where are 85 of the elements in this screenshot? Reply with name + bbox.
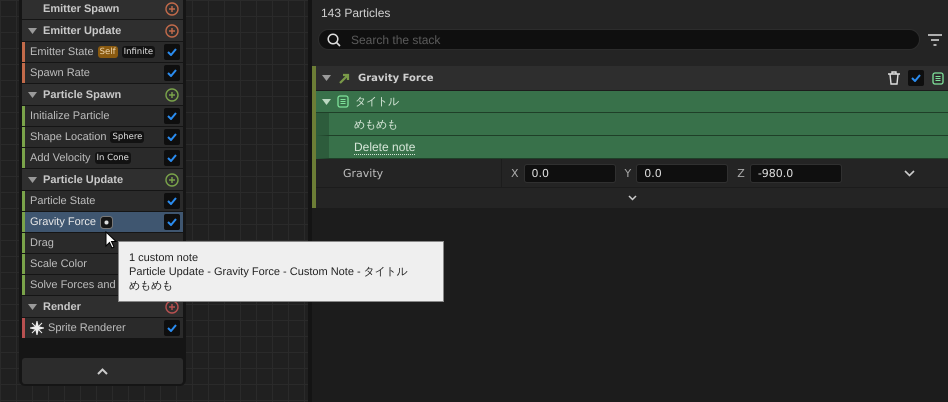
section-title: Particle Spawn bbox=[43, 88, 122, 100]
module-row[interactable]: Gravity Force bbox=[22, 212, 183, 232]
module-label: Drag bbox=[30, 237, 54, 249]
module-label: Add Velocity bbox=[30, 152, 91, 164]
module-label: Sprite Renderer bbox=[48, 322, 126, 334]
collapse-arrow-icon[interactable] bbox=[28, 92, 37, 98]
number-field[interactable]: 0.0 bbox=[524, 164, 616, 182]
axis-label: X bbox=[511, 166, 519, 180]
enable-checkbox[interactable] bbox=[164, 320, 180, 336]
module-label: Initialize Particle bbox=[30, 110, 110, 122]
checkmark-icon bbox=[167, 69, 177, 77]
module-label: Gravity Force bbox=[30, 216, 96, 228]
parameter-label: Gravity bbox=[316, 159, 502, 187]
section-header[interactable]: Particle Update bbox=[22, 169, 183, 190]
section-title: Emitter Update bbox=[43, 24, 122, 36]
module-row[interactable]: Sprite Renderer bbox=[22, 318, 183, 338]
enable-checkbox[interactable] bbox=[164, 44, 180, 60]
module-label: Emitter State bbox=[30, 46, 94, 58]
chevron-up-icon bbox=[97, 368, 108, 374]
module-label: Spawn Rate bbox=[30, 67, 90, 79]
checkmark-icon bbox=[167, 324, 177, 332]
note-icon[interactable] bbox=[932, 72, 944, 84]
mouse-cursor-icon bbox=[105, 231, 117, 249]
enable-checkbox[interactable] bbox=[164, 193, 180, 209]
module-row[interactable]: Initialize Particle bbox=[22, 106, 183, 126]
module-header[interactable]: Gravity Force bbox=[316, 66, 948, 91]
search-icon bbox=[327, 32, 341, 46]
module-label: Shape Location bbox=[30, 131, 106, 143]
enable-checkbox[interactable] bbox=[908, 70, 924, 86]
collapse-arrow-icon[interactable] bbox=[322, 75, 331, 81]
chevron-down-icon bbox=[628, 195, 636, 201]
collapse-arrow-icon[interactable] bbox=[28, 28, 37, 34]
note-body: めもめも bbox=[354, 116, 398, 132]
chevron-down-icon[interactable] bbox=[904, 170, 915, 176]
collapse-arrow-icon[interactable] bbox=[28, 304, 37, 310]
enable-checkbox[interactable] bbox=[164, 214, 180, 230]
module-label: Particle State bbox=[30, 195, 96, 207]
section-title: Particle Update bbox=[43, 174, 124, 186]
module-tag: In Cone bbox=[94, 152, 131, 164]
section-header[interactable]: Emitter Update bbox=[22, 20, 183, 41]
section-header[interactable]: Emitter Spawn bbox=[22, 0, 183, 19]
checkmark-icon bbox=[167, 48, 177, 56]
number-field[interactable]: 0.0 bbox=[636, 164, 728, 182]
enable-checkbox[interactable] bbox=[164, 108, 180, 124]
module-row[interactable]: Particle State bbox=[22, 191, 183, 211]
enable-checkbox[interactable] bbox=[164, 150, 180, 166]
delete-note-link[interactable]: Delete note bbox=[354, 140, 416, 154]
particle-count: 143 Particles bbox=[321, 6, 392, 22]
module-title: Gravity Force bbox=[358, 72, 435, 84]
module-label: Solve Forces and bbox=[30, 279, 116, 291]
tooltip-text: めもめも bbox=[129, 279, 174, 293]
filter-icon[interactable] bbox=[928, 34, 942, 46]
add-icon[interactable] bbox=[165, 300, 179, 314]
module-tag: Infinite bbox=[122, 46, 156, 58]
module-row[interactable]: Spawn Rate bbox=[22, 63, 183, 83]
section-title: Emitter Spawn bbox=[43, 2, 120, 14]
note-title: タイトル bbox=[355, 94, 399, 109]
note-icon[interactable] bbox=[337, 95, 349, 108]
checkmark-icon bbox=[167, 154, 177, 162]
arrow-icon bbox=[339, 72, 350, 84]
module-tag: Self bbox=[98, 46, 118, 58]
collapse-arrow-icon[interactable] bbox=[28, 176, 37, 182]
module-row[interactable]: Emitter State Self Infinite bbox=[22, 42, 183, 62]
search-bar[interactable]: Search the stack bbox=[318, 29, 920, 50]
sparkle-icon bbox=[30, 321, 44, 335]
module-row[interactable]: Add Velocity In Cone bbox=[22, 148, 183, 168]
checkmark-icon bbox=[167, 218, 177, 226]
enable-checkbox[interactable] bbox=[164, 65, 180, 81]
note-header[interactable]: タイトル bbox=[316, 91, 948, 113]
search-field[interactable]: Search the stack bbox=[349, 32, 911, 48]
checkmark-icon bbox=[167, 197, 177, 205]
section-header[interactable]: Particle Spawn bbox=[22, 84, 183, 105]
axis-label: Z bbox=[737, 166, 745, 180]
module-label: Scale Color bbox=[30, 258, 87, 270]
collapse-arrow-icon[interactable] bbox=[322, 98, 331, 104]
axis-label: Y bbox=[624, 166, 632, 180]
section-title: Render bbox=[43, 300, 82, 312]
enable-checkbox[interactable] bbox=[164, 129, 180, 145]
trash-icon[interactable] bbox=[888, 71, 900, 85]
module-row[interactable]: Shape Location Sphere bbox=[22, 127, 183, 147]
checkmark-icon bbox=[167, 133, 177, 141]
checkmark-icon bbox=[167, 112, 177, 120]
module-tag: Sphere bbox=[110, 131, 144, 143]
checkmark-icon bbox=[911, 74, 921, 82]
number-field[interactable]: -980.0 bbox=[750, 164, 842, 182]
